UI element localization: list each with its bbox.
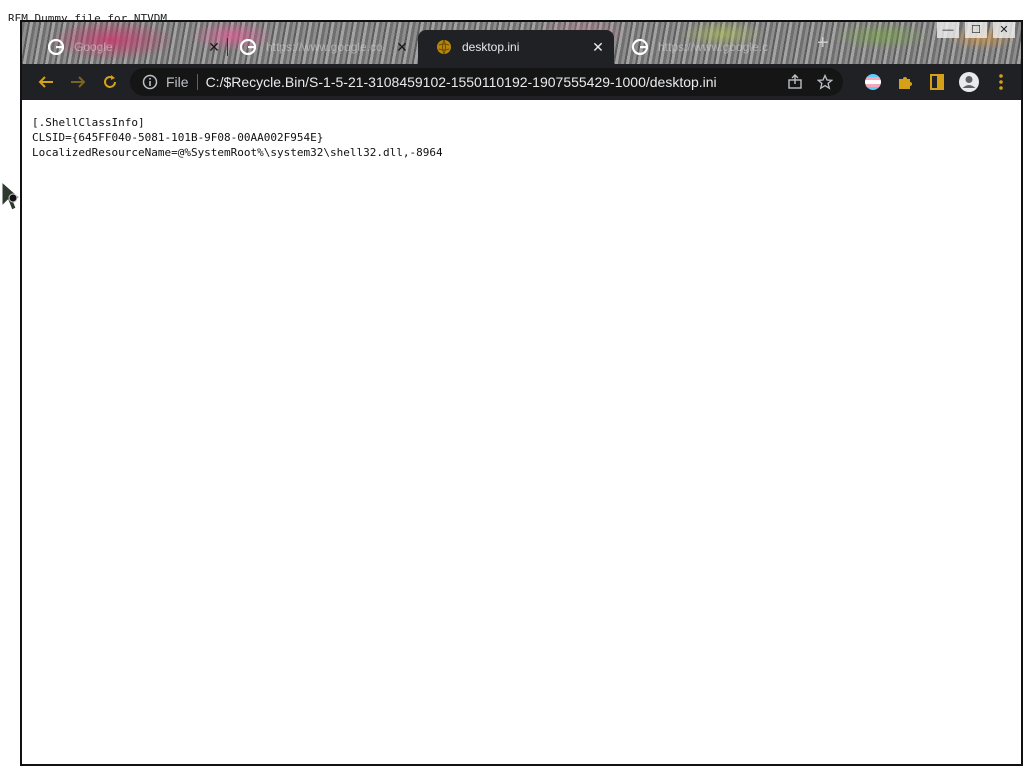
google-icon	[240, 39, 256, 55]
close-window-button[interactable]: ✕	[993, 22, 1015, 38]
tab-title: https://www.google.co	[266, 40, 383, 54]
forward-button[interactable]	[62, 66, 94, 98]
extensions-area	[861, 68, 1013, 96]
extensions-button[interactable]	[893, 68, 917, 96]
menu-button[interactable]	[989, 68, 1013, 96]
more-vert-icon	[999, 74, 1003, 90]
content-line: LocalizedResourceName=@%SystemRoot%\syst…	[32, 146, 443, 159]
content-line: [.ShellClassInfo]	[32, 116, 145, 129]
tab-strip: Google ✕ https://www.google.co ✕ desktop…	[22, 22, 1021, 64]
address-bar[interactable]: File C:/$Recycle.Bin/S-1-5-21-3108459102…	[130, 68, 843, 96]
share-icon[interactable]	[787, 74, 803, 90]
tab-title: desktop.ini	[462, 40, 520, 54]
url-scheme-label: File	[166, 74, 189, 90]
reload-icon	[104, 75, 116, 88]
browser-window: Google ✕ https://www.google.co ✕ desktop…	[20, 20, 1023, 766]
info-icon[interactable]	[142, 74, 158, 90]
address-separator	[196, 74, 198, 90]
flag-icon	[865, 74, 881, 90]
tab-google-2[interactable]: https://www.google.c	[614, 30, 810, 64]
maximize-button[interactable]: ☐	[965, 22, 987, 38]
url-text[interactable]: C:/$Recycle.Bin/S-1-5-21-3108459102-1550…	[206, 74, 717, 90]
content-line: CLSID={645FF040-5081-101B-9F08-00AA002F9…	[32, 131, 324, 144]
tab-google[interactable]: Google ✕	[30, 30, 230, 64]
tab-title: https://www.google.c	[658, 40, 769, 54]
tab-close-icon[interactable]: ✕	[394, 39, 410, 56]
tab-desktop-ini[interactable]: desktop.ini ✕	[418, 30, 614, 64]
window-controls: — ☐ ✕	[937, 22, 1015, 38]
file-globe-icon	[437, 39, 451, 55]
extension-flag-button[interactable]	[861, 68, 885, 96]
google-icon	[48, 39, 64, 55]
arrow-right-icon	[71, 76, 86, 88]
page-content: [.ShellClassInfo] CLSID={645FF040-5081-1…	[22, 100, 1021, 764]
tab-title: Google	[74, 40, 113, 54]
tab-google-search[interactable]: https://www.google.co ✕	[222, 30, 418, 64]
back-button[interactable]	[30, 66, 62, 98]
side-panel-button[interactable]	[925, 68, 949, 96]
side-panel-icon	[930, 74, 944, 90]
reload-button[interactable]	[94, 66, 126, 98]
new-tab-button[interactable]: +	[817, 32, 829, 55]
google-icon	[632, 39, 648, 55]
tab-close-icon[interactable]: ✕	[590, 39, 606, 56]
tab-close-icon[interactable]: ✕	[206, 39, 222, 56]
browser-toolbar: File C:/$Recycle.Bin/S-1-5-21-3108459102…	[22, 64, 1021, 100]
minimize-button[interactable]: —	[937, 22, 959, 38]
bookmark-star-icon[interactable]	[817, 74, 833, 90]
profile-button[interactable]	[957, 68, 981, 96]
puzzle-icon	[899, 77, 912, 89]
arrow-left-icon	[38, 76, 53, 88]
profile-avatar-icon	[959, 72, 979, 92]
